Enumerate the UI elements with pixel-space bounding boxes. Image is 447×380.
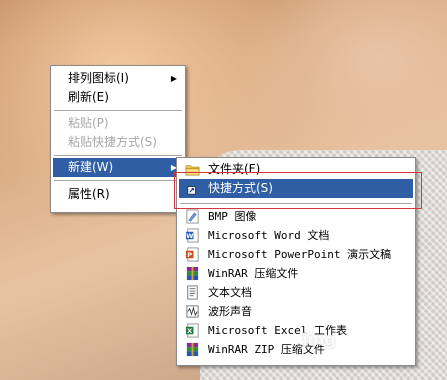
excel-icon: X	[185, 323, 199, 338]
word-document-icon: W	[185, 228, 199, 243]
menu-item-label: 排列图标(I)	[68, 71, 129, 85]
winrar-icon	[186, 266, 199, 281]
submenu-item-label: WinRAR 压缩文件	[208, 267, 299, 280]
menu-separator	[54, 110, 182, 112]
submenu-arrow-icon: ▶	[170, 74, 177, 83]
menu-separator	[54, 180, 182, 182]
submenu-item-label: Microsoft PowerPoint 演示文稿	[208, 248, 392, 261]
submenu-item-powerpoint[interactable]: P Microsoft PowerPoint 演示文稿	[179, 245, 413, 264]
submenu-item-label: 文本文档	[208, 286, 252, 299]
powerpoint-icon: P	[185, 247, 199, 262]
submenu-item-label: 波形声音	[208, 305, 252, 318]
menu-item-label: 刷新(E)	[68, 90, 109, 104]
desktop-context-menu: 排列图标(I) ▶ 刷新(E) 粘贴(P) 粘贴快捷方式(S) 新建(W) ▶ …	[50, 65, 186, 213]
submenu-item-label: BMP 图像	[208, 210, 257, 223]
submenu-item-wave-sound[interactable]: 波形声音	[179, 302, 413, 321]
menu-item-label: 粘贴(P)	[68, 116, 109, 130]
menu-item-label: 粘贴快捷方式(S)	[68, 135, 157, 149]
menu-item-refresh[interactable]: 刷新(E)	[53, 88, 183, 107]
svg-text:P: P	[187, 251, 192, 259]
menu-item-arrange-icons[interactable]: 排列图标(I) ▶	[53, 69, 183, 88]
menu-separator	[54, 155, 182, 157]
submenu-item-excel[interactable]: X Microsoft Excel 工作表	[179, 321, 413, 340]
menu-item-label: 属性(R)	[68, 187, 110, 201]
text-document-icon	[187, 285, 198, 300]
wave-sound-icon	[186, 305, 199, 318]
menu-item-paste[interactable]: 粘贴(P)	[53, 114, 183, 133]
svg-text:W: W	[186, 232, 194, 240]
menu-item-properties[interactable]: 属性(R)	[53, 185, 183, 204]
annotation-highlight-box	[174, 172, 422, 209]
submenu-item-bmp-image[interactable]: BMP 图像	[179, 207, 413, 226]
submenu-item-winrar-zip[interactable]: WinRAR ZIP 压缩文件	[179, 340, 413, 359]
submenu-item-text-document[interactable]: 文本文档	[179, 283, 413, 302]
submenu-item-label: Microsoft Word 文档	[208, 229, 330, 242]
bmp-image-icon	[186, 209, 199, 224]
submenu-item-winrar[interactable]: WinRAR 压缩文件	[179, 264, 413, 283]
menu-item-paste-shortcut[interactable]: 粘贴快捷方式(S)	[53, 133, 183, 152]
menu-item-new[interactable]: 新建(W) ▶	[53, 158, 183, 177]
svg-text:X: X	[187, 327, 192, 335]
submenu-item-word-document[interactable]: W Microsoft Word 文档	[179, 226, 413, 245]
menu-item-label: 新建(W)	[68, 160, 114, 174]
winrar-zip-icon	[186, 342, 199, 357]
watermark-text: jing	[302, 330, 336, 349]
